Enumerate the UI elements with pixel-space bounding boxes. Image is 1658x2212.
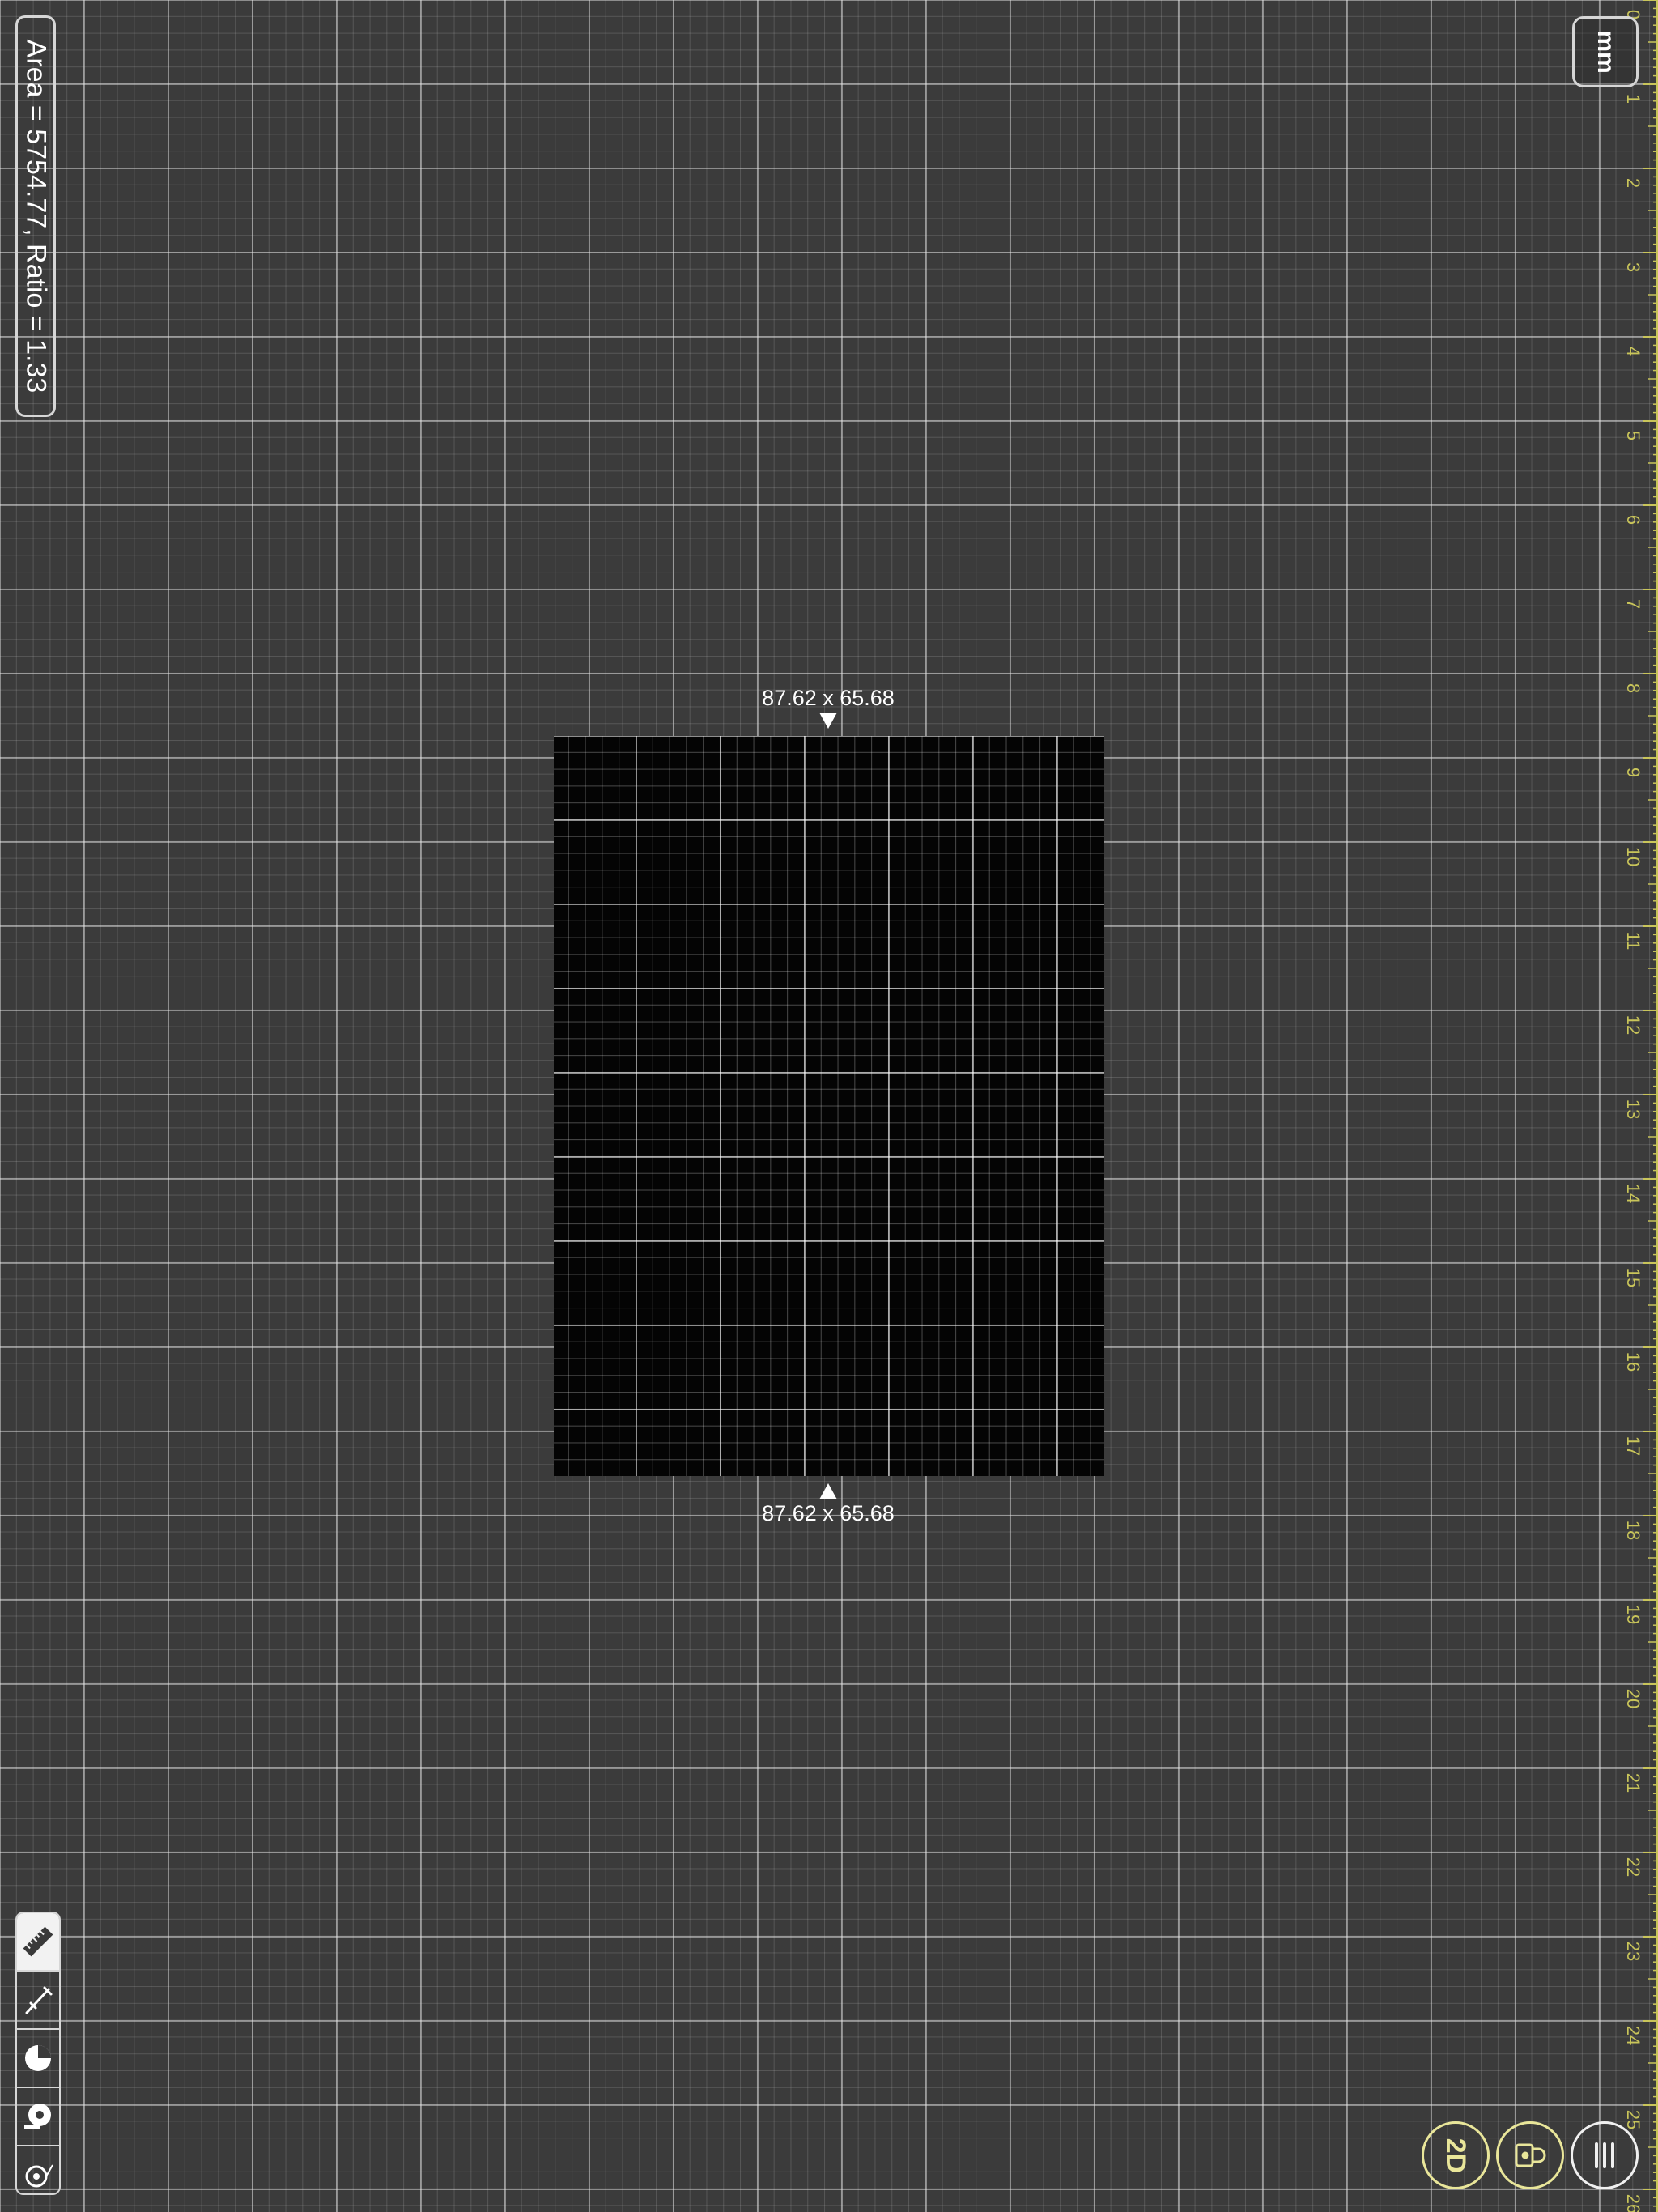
ruler-tick-label: 6	[1623, 515, 1643, 525]
unit-label: mm	[1592, 30, 1619, 74]
ruler-tick-label: 13	[1623, 1100, 1643, 1119]
ruler-tick-label: 1	[1623, 94, 1643, 104]
ruler-tool-button[interactable]	[17, 1913, 59, 1970]
ruler-tick-label: 4	[1623, 347, 1643, 356]
area-ratio-text: Area = 5754.77, Ratio = 1.33	[20, 39, 52, 393]
ruler-tick-label: 21	[1623, 1773, 1643, 1793]
ruler-tick-label: 17	[1623, 1436, 1643, 1456]
caliper-icon	[25, 1986, 53, 2014]
ruler-tick-label: 12	[1623, 1015, 1643, 1035]
bottom-dimension-label: 87.62 x 65.68	[762, 1501, 895, 1525]
tool-palette	[15, 1912, 61, 2195]
ruler-tick-label: 5	[1623, 431, 1643, 440]
menu-icon	[1595, 2142, 1614, 2168]
area-ratio-readout: Area = 5754.77, Ratio = 1.33	[15, 15, 56, 417]
ruler-scale: 0123456789101112131415161718192021222324…	[1623, 0, 1658, 2212]
tape-tool-button[interactable]	[17, 2146, 59, 2193]
ruler-tick-label: 18	[1623, 1521, 1643, 1540]
ruler-tick-label: 25	[1623, 2110, 1643, 2129]
bottom-handle-icon[interactable]	[819, 1483, 837, 1499]
ruler-tick-label: 20	[1623, 1689, 1643, 1708]
ruler-tick-label: 11	[1623, 932, 1643, 951]
ruler-tick-label: 23	[1623, 1942, 1643, 1961]
ruler-tick-label: 26	[1623, 2194, 1643, 2212]
ruler-tick-label: 3	[1623, 262, 1643, 272]
caliper-tool-button[interactable]	[17, 1972, 59, 2028]
measurement-rectangle[interactable]	[554, 736, 1104, 1476]
ruler-tick-label: 8	[1623, 683, 1643, 693]
ruler-tick-label: 10	[1623, 847, 1643, 866]
lock-button[interactable]	[1496, 2121, 1564, 2189]
top-handle-icon[interactable]	[819, 713, 837, 729]
ruler-tick-label: 19	[1623, 1605, 1643, 1624]
unit-toggle-button[interactable]: mm	[1572, 16, 1639, 87]
lock-icon	[1515, 2143, 1546, 2167]
ruler-tick-label: 14	[1623, 1184, 1643, 1203]
ruler-tick-label: 24	[1623, 2026, 1643, 2045]
mode-2d-button[interactable]: 2D	[1422, 2121, 1490, 2189]
ruler-tick-label: 9	[1623, 768, 1643, 777]
ruler-tick-label: 22	[1623, 1857, 1643, 1877]
tape-measure-tool-button[interactable]	[17, 2088, 59, 2145]
ruler-tick-label: 7	[1623, 599, 1643, 609]
mode-label: 2D	[1440, 2138, 1472, 2173]
ruler-tick-label: 16	[1623, 1352, 1643, 1372]
top-dimension-label: 87.62 x 65.68	[762, 686, 895, 710]
tape-measure-icon	[24, 2104, 51, 2129]
protractor-tool-button[interactable]	[17, 2030, 59, 2087]
tape-icon	[25, 2164, 53, 2188]
ruler-icon	[23, 1926, 53, 1957]
ruler-tick-label: 2	[1623, 178, 1643, 188]
menu-button[interactable]	[1571, 2121, 1639, 2189]
protractor-icon	[25, 2045, 51, 2071]
side-ruler: 0 1 2 3 4 5 6 7 8 9 10 11 12 13 14 15 16 17 18 19 20 21 22 23 24…	[1611, 0, 1658, 2212]
ruler-tick-label: 15	[1623, 1268, 1643, 1287]
